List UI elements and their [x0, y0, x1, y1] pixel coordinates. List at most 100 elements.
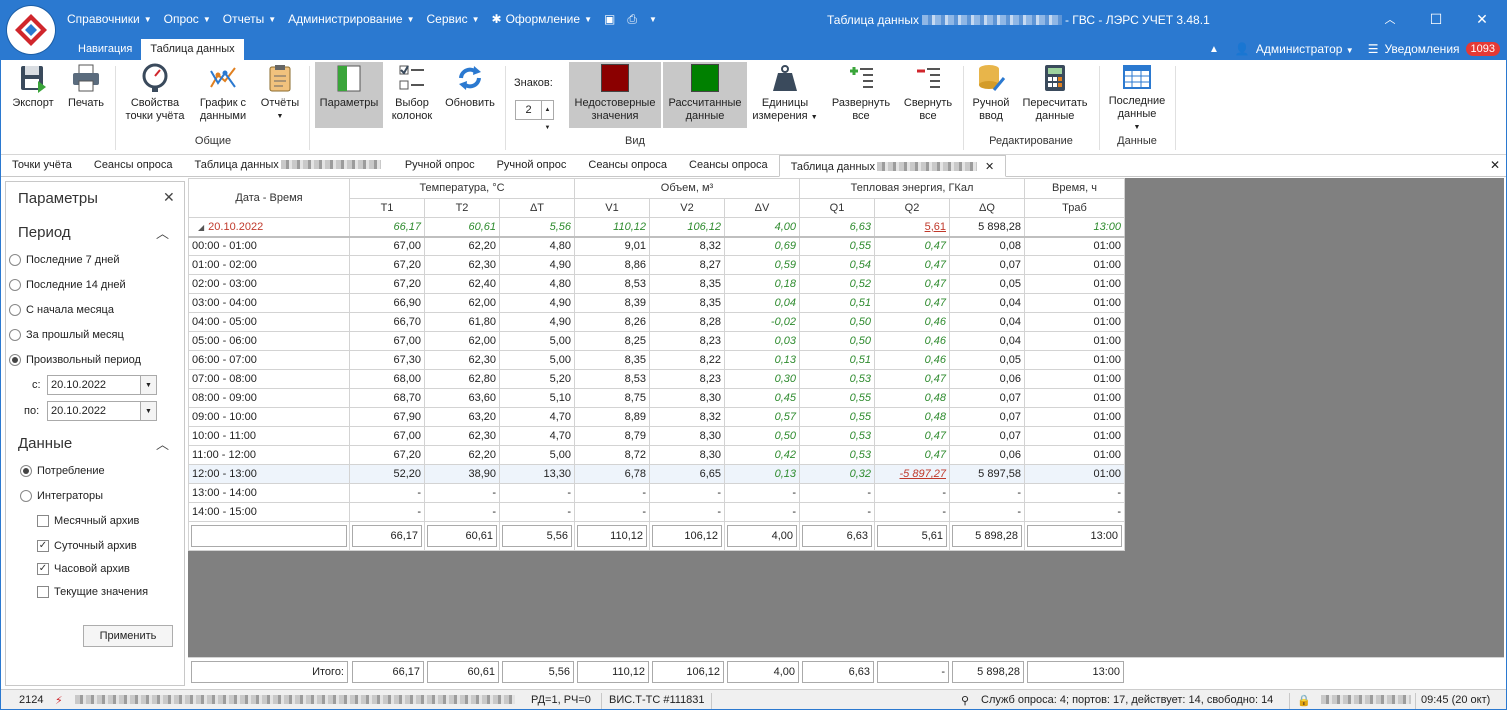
cell[interactable]: 0,45 — [724, 388, 800, 408]
cell[interactable]: 4,80 — [499, 274, 575, 294]
cell[interactable]: 0,04 — [724, 293, 800, 313]
cell[interactable]: 0,69 — [724, 236, 800, 256]
cell-time[interactable]: 07:00 - 08:00 — [188, 369, 350, 389]
column-header[interactable]: Q2 — [874, 197, 950, 218]
cell[interactable]: 0,53 — [799, 445, 875, 465]
cell[interactable]: - — [874, 502, 950, 522]
cell[interactable]: - — [874, 483, 950, 503]
expand-all-button[interactable]: Развернуть все — [825, 62, 897, 128]
column-header-datetime[interactable]: Дата - Время — [188, 178, 350, 218]
chevron-up-icon[interactable]: ▲ — [545, 101, 551, 119]
cell[interactable]: 5 898,28 — [949, 217, 1025, 238]
cell[interactable]: 5,61 — [874, 217, 950, 238]
cell[interactable]: 0,48 — [874, 388, 950, 408]
cell[interactable]: 8,30 — [649, 388, 725, 408]
cell[interactable]: 0,47 — [874, 293, 950, 313]
archive-option[interactable]: ✓ Часовой архив — [37, 563, 130, 575]
cell-time[interactable]: 01:00 - 02:00 — [188, 255, 350, 275]
cell[interactable]: 4,80 — [499, 236, 575, 256]
doc-tab-active[interactable]: Таблица данных ✕ — [778, 155, 1007, 177]
cell[interactable]: 0,07 — [949, 255, 1025, 275]
point-properties-button[interactable]: Свойства точки учёта — [121, 62, 189, 128]
cell[interactable]: 62,30 — [424, 350, 500, 370]
cell-time[interactable]: 11:00 - 12:00 — [188, 445, 350, 465]
parameters-button[interactable]: Параметры — [315, 62, 383, 128]
cell[interactable]: 01:00 — [1024, 293, 1125, 313]
cell[interactable]: 67,00 — [349, 426, 425, 446]
cell[interactable]: 8,35 — [649, 293, 725, 313]
cell[interactable]: 01:00 — [1024, 445, 1125, 465]
cell[interactable]: 62,30 — [424, 426, 500, 446]
checkbox[interactable] — [37, 515, 49, 527]
menu-references[interactable]: Справочники ▼ — [61, 7, 158, 31]
period-option[interactable]: С начала месяца — [9, 304, 114, 316]
window-maximize-button[interactable]: ☐ — [1413, 1, 1459, 37]
user-menu[interactable]: Администратор ▼ — [1256, 42, 1354, 56]
cell[interactable]: - — [649, 483, 725, 503]
column-header[interactable]: T1 — [349, 197, 425, 218]
cell[interactable]: 62,40 — [424, 274, 500, 294]
cell[interactable]: 38,90 — [424, 464, 500, 484]
cell[interactable]: 0,47 — [874, 255, 950, 275]
window-close-button[interactable]: ✕ — [1459, 1, 1505, 37]
cell[interactable]: 5,56 — [499, 217, 575, 238]
cell-time[interactable]: 05:00 - 06:00 — [188, 331, 350, 351]
cell-time[interactable]: 06:00 - 07:00 — [188, 350, 350, 370]
cell[interactable]: 01:00 — [1024, 388, 1125, 408]
cell[interactable]: 0,04 — [949, 312, 1025, 332]
checkbox-checked[interactable]: ✓ — [37, 563, 49, 575]
table-row[interactable]: 09:00 - 10:00 67,90 63,20 4,70 8,89 8,32 0,57 0… — [188, 407, 1125, 427]
table-row[interactable]: 03:00 - 04:00 66,90 62,00 4,90 8,39 8,35 0,04 0… — [188, 293, 1125, 313]
group-row-label[interactable]: ◢ 20.10.2022 — [188, 217, 350, 238]
radio-button[interactable] — [20, 465, 32, 477]
cell[interactable]: 0,46 — [874, 350, 950, 370]
export-button[interactable]: Экспорт — [9, 62, 57, 128]
menu-administration[interactable]: Администрирование ▼ — [282, 7, 420, 31]
cell[interactable]: 0,04 — [949, 331, 1025, 351]
cell[interactable]: - — [799, 502, 875, 522]
cell[interactable]: 01:00 — [1024, 312, 1125, 332]
cell[interactable]: 8,32 — [649, 236, 725, 256]
cell[interactable]: 5 897,58 — [949, 464, 1025, 484]
cell[interactable]: 67,00 — [349, 331, 425, 351]
cell[interactable]: 01:00 — [1024, 369, 1125, 389]
cell[interactable]: 0,03 — [724, 331, 800, 351]
chevron-down-icon[interactable]: ▼ — [545, 119, 551, 137]
period-option-custom[interactable]: Произвольный период — [9, 354, 141, 366]
cell[interactable]: 60,61 — [424, 217, 500, 238]
menu-reports[interactable]: Отчеты ▼ — [217, 7, 282, 31]
select-columns-button[interactable]: Выбор колонок — [387, 62, 437, 128]
chevron-down-icon[interactable]: ▼ — [140, 376, 156, 394]
cell[interactable]: 8,27 — [649, 255, 725, 275]
cell[interactable]: 67,20 — [349, 274, 425, 294]
cell[interactable]: 0,55 — [799, 407, 875, 427]
cell[interactable]: 0,13 — [724, 464, 800, 484]
unreliable-values-button[interactable]: Недостоверные значения — [569, 62, 661, 128]
calculated-data-button[interactable]: Рассчитанные данные — [663, 62, 747, 128]
doc-tab[interactable]: Таблица данных — [184, 155, 394, 176]
radio-button[interactable] — [9, 354, 21, 366]
cell-time[interactable]: 14:00 - 15:00 — [188, 502, 350, 522]
close-panel-button[interactable]: ✕ — [163, 189, 175, 206]
cell[interactable]: 8,72 — [574, 445, 650, 465]
ribbon-minimize-button[interactable]: ︿ — [1367, 1, 1413, 37]
cell[interactable]: 110,12 — [574, 217, 650, 238]
cell[interactable]: 8,25 — [574, 331, 650, 351]
cell[interactable]: 61,80 — [424, 312, 500, 332]
cell[interactable]: 8,53 — [574, 369, 650, 389]
cell[interactable]: 6,65 — [649, 464, 725, 484]
chevron-down-icon[interactable]: ▼ — [140, 402, 156, 420]
table-row[interactable]: 11:00 - 12:00 67,20 62,20 5,00 8,72 8,30 0,42 0… — [188, 445, 1125, 465]
digits-value[interactable]: 2 — [516, 101, 541, 119]
cell[interactable]: 68,70 — [349, 388, 425, 408]
cell[interactable]: 0,47 — [874, 369, 950, 389]
cell[interactable]: - — [724, 502, 800, 522]
cell[interactable]: 66,70 — [349, 312, 425, 332]
mode-option[interactable]: Потребление — [20, 465, 105, 477]
cell[interactable]: 106,12 — [649, 217, 725, 238]
cell[interactable]: 8,89 — [574, 407, 650, 427]
cell[interactable]: 0,53 — [799, 426, 875, 446]
cell[interactable]: 01:00 — [1024, 407, 1125, 427]
cell[interactable]: - — [499, 502, 575, 522]
cell[interactable]: 0,04 — [949, 293, 1025, 313]
